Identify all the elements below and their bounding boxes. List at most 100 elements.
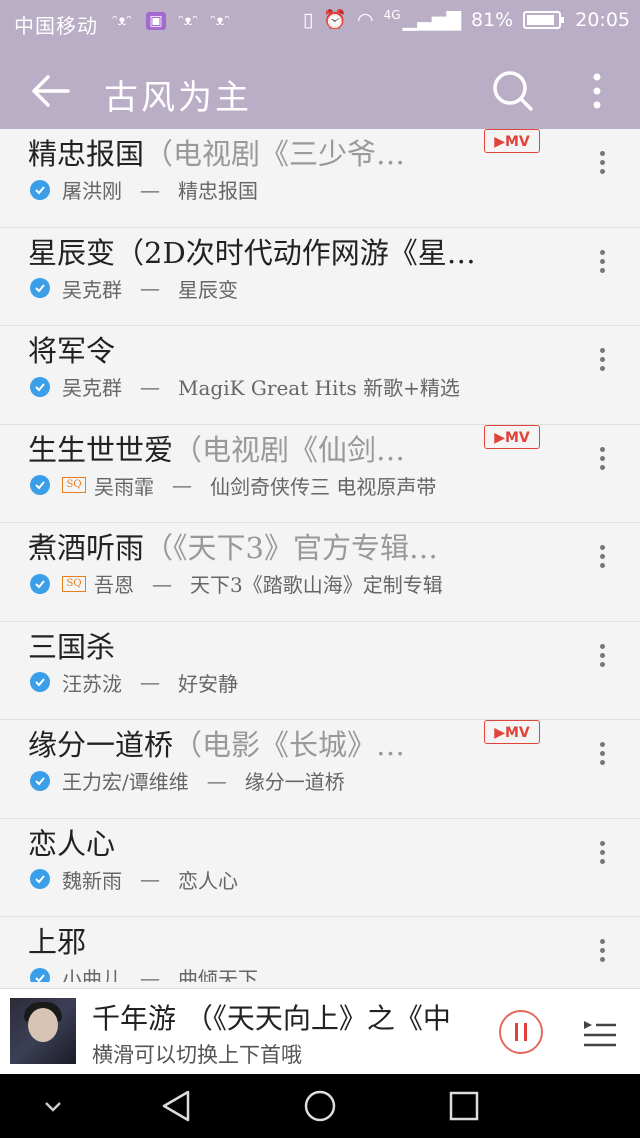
song-more-icon[interactable]	[594, 246, 610, 286]
song-more-icon[interactable]	[594, 443, 610, 483]
app-notification-icon: ᵔᴥᵔ	[178, 13, 199, 29]
song-row[interactable]: 恋人心 魏新雨 — 恋人心	[0, 818, 640, 917]
song-title-line: 星辰变（2D次时代动作网游《星…	[28, 230, 530, 272]
song-title: 上邪	[28, 925, 87, 959]
more-options-icon[interactable]	[580, 68, 614, 114]
artist-name: 小曲儿	[62, 967, 122, 982]
app-bar: 古风为主	[0, 44, 640, 135]
mv-badge[interactable]: ▶MV	[484, 720, 540, 744]
song-list: 精忠报国（电视剧《三少爷… ▶MV 屠洪刚 — 精忠报国 星辰变（2D次时代动作网游《星……	[0, 129, 640, 982]
home-nav-icon[interactable]	[302, 1088, 338, 1124]
downloaded-check-icon	[30, 672, 50, 692]
mv-badge[interactable]: ▶MV	[484, 129, 540, 153]
downloaded-check-icon	[30, 967, 50, 982]
back-arrow-icon[interactable]	[28, 68, 74, 114]
separator: —	[140, 374, 160, 399]
album-name: 星辰变	[178, 277, 238, 302]
song-subtitle: 汪苏泷 — 好安静	[30, 668, 238, 697]
song-row[interactable]: 缘分一道桥（电影《长城》… ▶MV 王力宏/谭维维 — 缘分一道桥	[0, 720, 640, 819]
status-bar: 中国移动 ᵔᴥᵔ ▣ ᵔᴥᵔ ᵔᴥᵔ ▯ ⏰ ◠ 4G ▁▃▅▇ 81% 20:…	[0, 0, 640, 44]
song-more-icon[interactable]	[594, 147, 610, 187]
album-name: 恋人心	[178, 868, 238, 893]
song-title-line: 上邪	[28, 919, 530, 961]
separator: —	[206, 768, 227, 793]
song-title-line: 缘分一道桥（电影《长城》…	[28, 722, 530, 764]
swipe-hint: 横滑可以切换上下首哦	[92, 1043, 302, 1067]
artist-name: 吴克群	[62, 376, 122, 400]
signal-icon: ▁▃▅▇	[402, 8, 461, 31]
carrier-name: 中国移动	[14, 14, 98, 38]
song-row[interactable]: 三国杀 汪苏泷 — 好安静	[0, 621, 640, 720]
clock: 20:05	[575, 8, 630, 31]
separator: —	[140, 177, 160, 202]
song-subtitle: 小曲儿 — 曲倾天下	[30, 963, 258, 982]
artist-name: 吴克群	[62, 277, 122, 302]
song-title-extra: （电影《长城》…	[173, 728, 406, 762]
song-subtitle: 屠洪刚 — 精忠报国	[30, 175, 258, 204]
vibrate-icon: ▯	[302, 8, 314, 31]
album-name: 天下3《踏歌山海》定制专辑	[190, 573, 443, 597]
song-more-icon[interactable]	[594, 541, 610, 581]
album-cover[interactable]	[10, 998, 76, 1064]
song-row[interactable]: 上邪小曲儿 — 曲倾天下	[0, 917, 640, 982]
back-nav-icon[interactable]	[158, 1088, 194, 1124]
artist-name: 吴雨霏	[94, 474, 154, 499]
separator: —	[152, 571, 172, 596]
sq-quality-badge: SQ	[62, 575, 86, 592]
pause-button[interactable]	[498, 1009, 544, 1055]
song-title-extra: （电视剧《三少爷…	[144, 137, 406, 171]
song-subtitle: 吴克群 — MagiK Great Hits 新歌+精选	[30, 372, 460, 401]
artist-name: 魏新雨	[62, 868, 122, 893]
battery-icon	[523, 10, 565, 29]
album-name: 曲倾天下	[178, 967, 258, 982]
song-title-line: 将军令	[28, 328, 530, 370]
song-more-icon[interactable]	[594, 837, 610, 877]
song-title: 缘分一道桥	[28, 728, 174, 762]
wechat-notification-icon-2: ᵔᴥᵔ	[210, 13, 231, 29]
song-title-line: 精忠报国（电视剧《三少爷…	[28, 131, 530, 173]
song-subtitle: 王力宏/谭维维 — 缘分一道桥	[30, 766, 345, 795]
song-title: 三国杀	[28, 629, 116, 664]
song-title-line: 恋人心	[28, 821, 530, 863]
song-title-extra: （电视剧《仙剑…	[173, 432, 406, 467]
album-name: 精忠报国	[178, 179, 258, 203]
page-title: 古风为主	[104, 78, 252, 118]
song-row[interactable]: 将军令吴克群 — MagiK Great Hits 新歌+精选	[0, 326, 640, 425]
album-name: MagiK Great Hits 新歌+精选	[178, 376, 460, 400]
song-more-icon[interactable]	[594, 935, 610, 975]
network-type: 4G	[383, 7, 401, 22]
hide-nav-chevron-icon[interactable]	[42, 1096, 64, 1116]
song-more-icon[interactable]	[594, 344, 610, 384]
battery-percent: 81%	[471, 8, 514, 31]
downloaded-check-icon	[30, 278, 50, 298]
downloaded-check-icon	[30, 179, 50, 200]
song-row[interactable]: 精忠报国（电视剧《三少爷… ▶MV 屠洪刚 — 精忠报国	[0, 129, 640, 228]
artist-name: 吾恩	[94, 573, 134, 597]
song-subtitle: 魏新雨 — 恋人心	[30, 865, 238, 894]
song-title-extra: （《天下3》官方专辑…	[144, 531, 438, 565]
song-title-line: 煮酒听雨（《天下3》官方专辑…	[28, 525, 530, 567]
song-more-icon[interactable]	[594, 738, 610, 778]
wifi-icon: ◠	[357, 8, 374, 31]
playlist-queue-icon[interactable]	[580, 1013, 620, 1053]
search-icon[interactable]	[488, 66, 536, 114]
wechat-notification-icon: ᵔᴥᵔ	[112, 13, 133, 29]
album-name: 好安静	[178, 671, 238, 696]
mv-badge[interactable]: ▶MV	[484, 424, 540, 449]
separator: —	[140, 670, 160, 694]
song-title: 精忠报国	[28, 137, 145, 171]
downloaded-check-icon	[30, 869, 50, 889]
song-row[interactable]: 煮酒听雨（《天下3》官方专辑… SQ 吾恩 — 天下3《踏歌山海》定制专辑	[0, 523, 640, 622]
song-subtitle: 吴克群 — 星辰变	[30, 274, 238, 303]
recents-nav-icon[interactable]	[446, 1088, 482, 1124]
song-more-icon[interactable]	[594, 640, 610, 680]
song-subtitle: SQ 吾恩 — 天下3《踏歌山海》定制专辑	[30, 569, 443, 598]
system-nav-bar	[0, 1074, 640, 1138]
song-title: 将军令	[28, 334, 116, 368]
song-title: 星辰变（2D次时代动作网游《星…	[28, 235, 476, 270]
album-name: 仙剑奇侠传三 电视原声带	[210, 474, 437, 499]
song-row[interactable]: 星辰变（2D次时代动作网游《星… 吴克群 — 星辰变	[0, 227, 640, 326]
song-row[interactable]: 生生世世爱（电视剧《仙剑… ▶MV SQ 吴雨霏 — 仙剑奇侠传三 电视原声带	[0, 424, 640, 523]
downloaded-check-icon	[30, 573, 50, 594]
mini-player[interactable]: 千年游 （《天天向上》之《中 横滑可以切换上下首哦	[0, 988, 640, 1075]
